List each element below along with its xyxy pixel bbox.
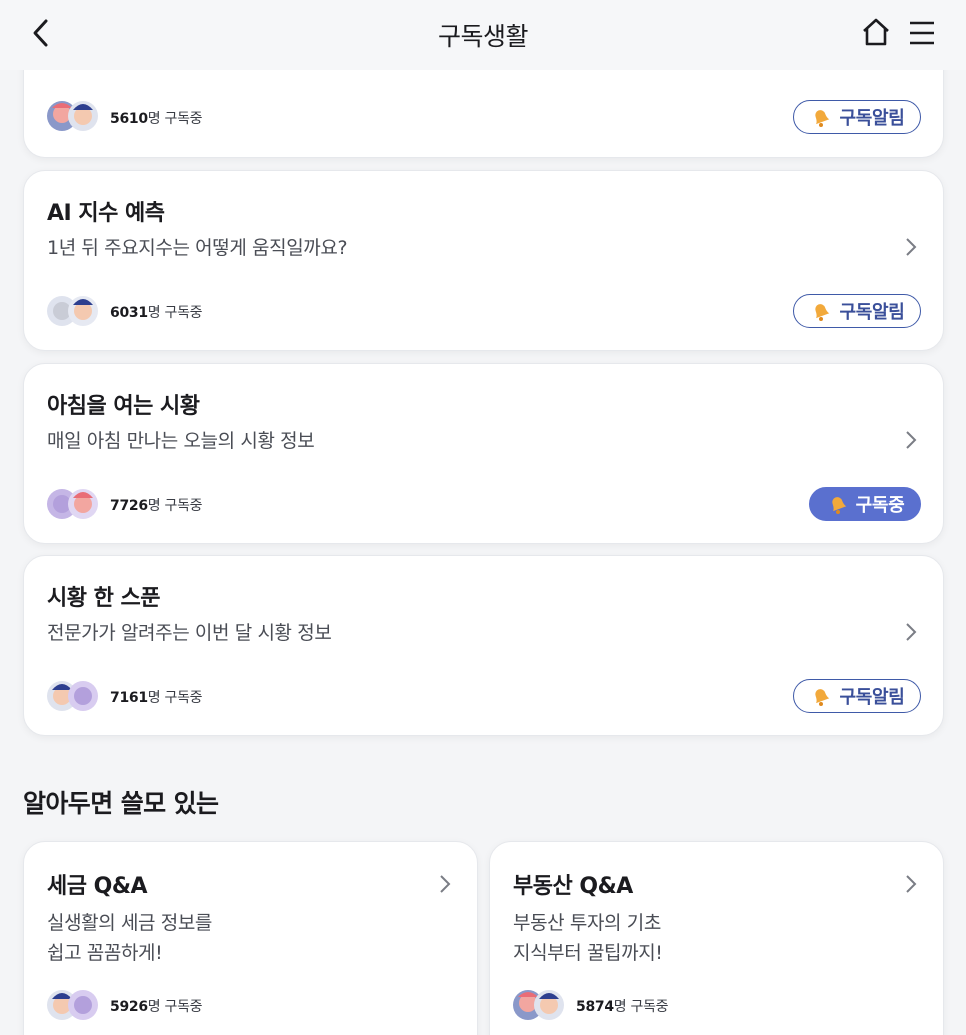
bell-icon bbox=[815, 304, 830, 321]
subscriber-count: 7161명 구독중 bbox=[110, 690, 203, 706]
subscriber-count: 5926명 구독중 bbox=[110, 999, 203, 1015]
subscriber-count: 5874명 구독중 bbox=[576, 999, 669, 1015]
avatar-icon bbox=[47, 990, 98, 1020]
section-title: 알아두면 쓸모 있는 bbox=[23, 789, 219, 818]
chevron-right-icon bbox=[906, 875, 917, 893]
menu-icon[interactable] bbox=[906, 18, 938, 48]
card-title: 세금 Q&A bbox=[47, 874, 148, 899]
chevron-right-icon bbox=[906, 238, 917, 256]
subscription-card[interactable]: 아침을 여는 시황 매일 아침 만나는 오늘의 시황 정보 7726명 구독중 … bbox=[23, 363, 944, 544]
card-title: 부동산 Q&A bbox=[513, 874, 633, 899]
subscribed-button[interactable]: 구독중 bbox=[809, 487, 921, 521]
top-app-bar: 구독생활 bbox=[0, 0, 966, 70]
subscription-card[interactable]: AI 지수 예측 1년 뒤 주요지수는 어떻게 움직일까요? 6031명 구독중… bbox=[23, 170, 944, 351]
home-icon[interactable] bbox=[860, 16, 892, 48]
subscriber-count: 5610명 구독중 bbox=[110, 111, 203, 127]
subscribe-alert-button[interactable]: 구독알림 bbox=[793, 294, 921, 328]
subscribe-alert-button[interactable]: 구독알림 bbox=[793, 679, 921, 713]
bell-icon bbox=[831, 497, 846, 514]
subscribe-alert-button[interactable]: 구독알림 bbox=[793, 100, 921, 134]
chevron-right-icon bbox=[906, 431, 917, 449]
subscriber-count: 6031명 구독중 bbox=[110, 305, 203, 321]
avatar-icon bbox=[513, 990, 564, 1020]
bell-icon bbox=[815, 689, 830, 706]
card-description: 전문가가 알려주는 이번 달 시황 정보 bbox=[47, 622, 332, 644]
chevron-right-icon bbox=[906, 623, 917, 641]
avatar-icon bbox=[47, 296, 98, 326]
card-title: 시황 한 스푼 bbox=[47, 586, 161, 611]
card-description: 실생활의 세금 정보를 쉽고 꼼꼼하게! bbox=[47, 912, 212, 964]
page-title: 구독생활 bbox=[437, 22, 529, 51]
avatar-icon bbox=[47, 681, 98, 711]
back-arrow-icon[interactable] bbox=[28, 16, 56, 50]
subscriber-count: 7726명 구독중 bbox=[110, 498, 203, 514]
qa-card-tax[interactable]: 세금 Q&A 실생활의 세금 정보를 쉽고 꼼꼼하게! 5926명 구독중 bbox=[23, 841, 478, 1035]
avatar-icon bbox=[47, 489, 98, 519]
subscription-card[interactable]: 시황 한 스푼 전문가가 알려주는 이번 달 시황 정보 7161명 구독중 구… bbox=[23, 555, 944, 736]
card-description: 매일 아침 만나는 오늘의 시황 정보 bbox=[47, 430, 315, 452]
chevron-right-icon bbox=[440, 875, 451, 893]
card-title: AI 지수 예측 bbox=[47, 201, 165, 226]
bell-icon bbox=[815, 110, 830, 127]
qa-card-real-estate[interactable]: 부동산 Q&A 부동산 투자의 기초 지식부터 꿀팁까지! 5874명 구독중 bbox=[489, 841, 944, 1035]
avatar-icon bbox=[47, 101, 98, 131]
card-title: 아침을 여는 시황 bbox=[47, 394, 200, 419]
card-description: 1년 뒤 주요지수는 어떻게 움직일까요? bbox=[47, 237, 348, 259]
card-description: 부동산 투자의 기초 지식부터 꿀팁까지! bbox=[513, 912, 663, 964]
